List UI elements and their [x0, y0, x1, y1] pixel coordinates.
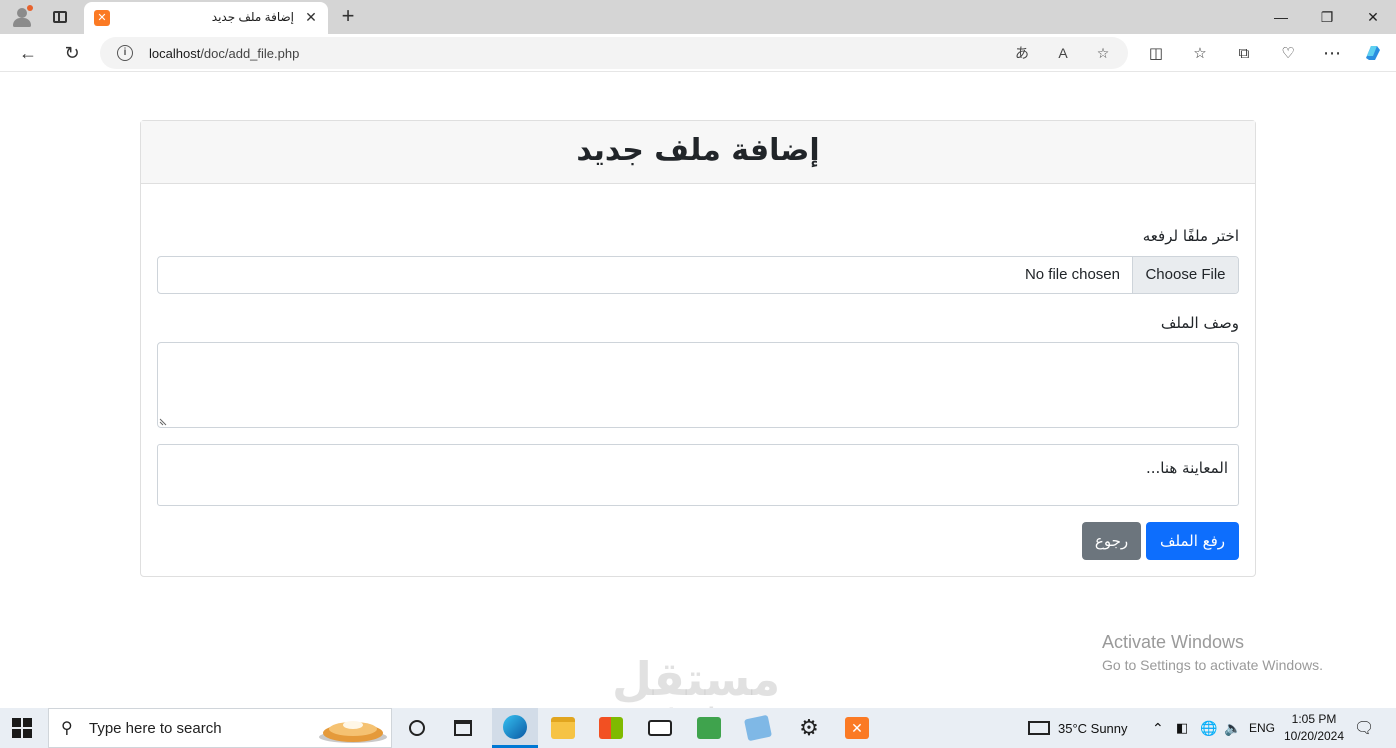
file-status: No file chosen: [1024, 266, 1120, 283]
notifications-icon[interactable]: 🗨: [1354, 708, 1374, 748]
translate-icon[interactable]: あ: [1012, 43, 1032, 63]
search-highlight-pie-icon: [319, 721, 387, 743]
taskbar-search-placeholder: Type here to search: [89, 720, 222, 737]
address-bar[interactable]: i localhost/doc/add_file.php あ A ☆: [100, 37, 1128, 69]
close-tab-icon[interactable]: ✕: [302, 8, 320, 26]
page-viewport: إضافة ملف جديد اختر ملفًا لرفعه Choose F…: [4, 72, 1392, 704]
clock-date: 10/20/2024: [1283, 729, 1345, 743]
tab-title: إضافة ملف جديد: [211, 10, 294, 24]
minimize-icon[interactable]: —: [1258, 0, 1304, 34]
task-view-icon[interactable]: [394, 708, 440, 748]
split-screen-icon[interactable]: ◫: [1144, 41, 1168, 65]
choose-file-button[interactable]: Choose File: [1132, 257, 1238, 293]
restore-icon[interactable]: ❐: [1304, 0, 1350, 34]
browser-essentials-icon[interactable]: ♡: [1276, 41, 1300, 65]
back-button[interactable]: رجوع: [1082, 522, 1141, 560]
site-info-icon[interactable]: i: [117, 45, 133, 61]
back-icon[interactable]: ←: [16, 41, 40, 65]
mostaql-logo-watermark: مستقل: [612, 652, 781, 706]
preview-text: المعاينة هنا...: [1145, 459, 1228, 477]
edge-taskbar-icon[interactable]: [492, 708, 538, 748]
browser-tab-bar: ✕ إضافة ملف جديد ✕ + — ❐ ✕: [0, 0, 1396, 34]
search-icon: ⚲: [61, 720, 73, 737]
read-aloud-icon[interactable]: A: [1053, 43, 1073, 63]
more-options-icon[interactable]: ⋯: [1320, 41, 1344, 65]
weather-text: 35°C Sunny: [1058, 720, 1128, 736]
mail-icon[interactable]: [637, 708, 683, 748]
refresh-icon[interactable]: ↻: [60, 41, 84, 65]
upload-button[interactable]: رفع الملف: [1146, 522, 1239, 560]
card-header: إضافة ملف جديد: [141, 121, 1255, 184]
file-input[interactable]: Choose File No file chosen: [157, 256, 1239, 294]
copilot-icon[interactable]: [1361, 41, 1385, 65]
clock-time: 1:05 PM: [1291, 712, 1337, 726]
network-globe-icon[interactable]: 🌐: [1200, 708, 1217, 748]
collections-icon[interactable]: ⧉: [1232, 41, 1256, 65]
show-hidden-icons-chevron-icon[interactable]: ⌃: [1152, 708, 1164, 748]
favorites-icon[interactable]: ☆: [1188, 41, 1212, 65]
preview-box: المعاينة هنا...: [157, 444, 1239, 506]
weather-icon: [1028, 721, 1050, 735]
page-title: إضافة ملف جديد: [576, 133, 820, 168]
weather-widget[interactable]: 35°C Sunny: [1028, 708, 1128, 748]
close-window-icon[interactable]: ✕: [1350, 0, 1396, 34]
profile-icon[interactable]: [10, 5, 34, 29]
file-label: اختر ملفًا لرفعه: [1142, 227, 1239, 245]
activate-windows-title: Activate Windows: [1102, 632, 1245, 652]
url-text: localhost/doc/add_file.php: [149, 46, 300, 61]
windows-taskbar: ⚲ Type here to search ⚙ ✕ 35°C Sunny ⌃ ◧…: [0, 708, 1396, 748]
new-tab-icon[interactable]: +: [336, 5, 360, 29]
browser-tab-active[interactable]: ✕ إضافة ملف جديد ✕: [84, 2, 328, 34]
meet-now-icon[interactable]: ◧: [1176, 708, 1188, 748]
resize-grip-icon[interactable]: [159, 418, 167, 426]
language-indicator[interactable]: ENG: [1249, 708, 1275, 748]
description-label: وصف الملف: [1160, 314, 1239, 332]
settings-gear-icon[interactable]: ⚙: [786, 708, 832, 748]
taskbar-clock[interactable]: 1:05 PM 10/20/2024: [1280, 711, 1348, 745]
notepad-app-icon[interactable]: [735, 708, 781, 748]
favorite-star-icon[interactable]: ☆: [1093, 43, 1113, 63]
xampp-favicon-icon: ✕: [94, 10, 110, 26]
browser-toolbar: ← ↻ i localhost/doc/add_file.php あ A ☆ ◫…: [0, 34, 1396, 72]
file-explorer-icon[interactable]: [540, 708, 586, 748]
windows-start-icon[interactable]: [12, 718, 32, 738]
sheets-app-icon[interactable]: [686, 708, 732, 748]
activate-windows-subtitle: Go to Settings to activate Windows.: [1102, 657, 1323, 673]
tab-actions-icon[interactable]: [48, 5, 72, 29]
taskbar-search[interactable]: ⚲ Type here to search: [48, 708, 392, 748]
volume-icon[interactable]: 🔈: [1224, 708, 1241, 748]
description-textarea[interactable]: [157, 342, 1239, 428]
widgets-icon[interactable]: [440, 708, 486, 748]
microsoft-store-icon[interactable]: [588, 708, 634, 748]
upload-card: إضافة ملف جديد اختر ملفًا لرفعه Choose F…: [140, 120, 1256, 577]
xampp-taskbar-icon[interactable]: ✕: [834, 708, 880, 748]
